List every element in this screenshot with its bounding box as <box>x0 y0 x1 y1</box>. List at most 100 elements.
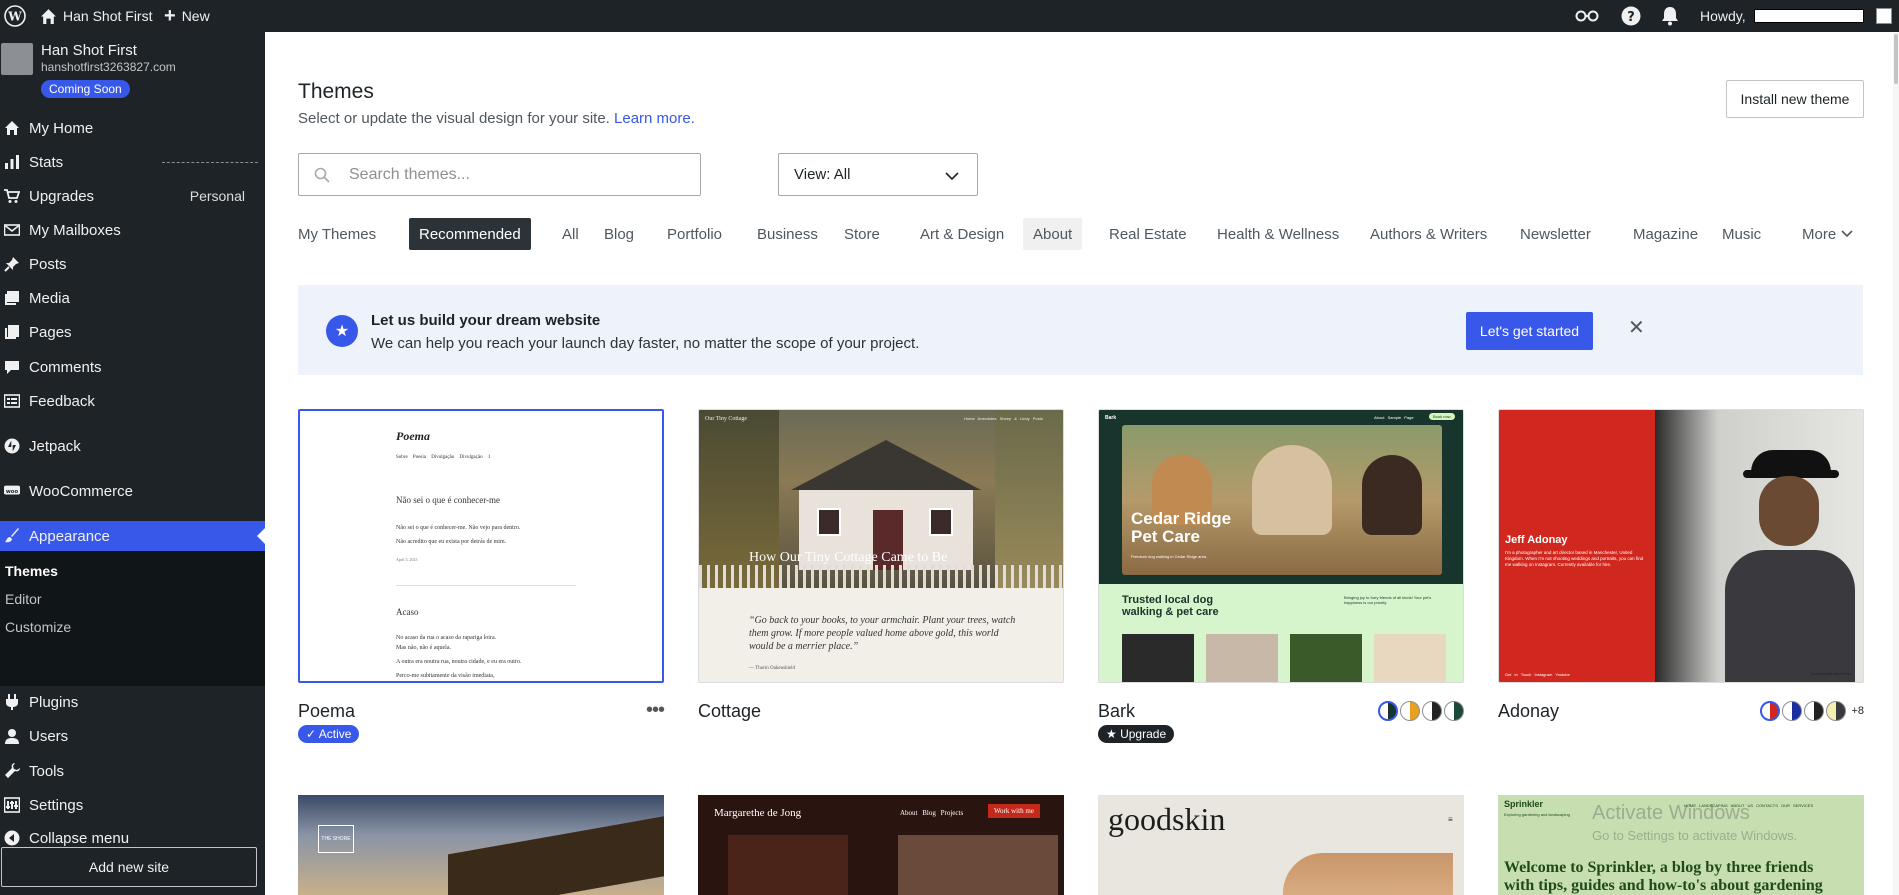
watermark-title: Activate Windows <box>1592 802 1750 824</box>
scrollbar[interactable] <box>1893 32 1899 895</box>
sidebar-item-settings[interactable]: Settings <box>0 791 265 819</box>
style-swatch[interactable] <box>1760 701 1781 721</box>
reader-icon[interactable] <box>1575 0 1599 32</box>
install-new-theme-button[interactable]: Install new theme <box>1726 80 1864 118</box>
tab-real-estate[interactable]: Real Estate <box>1099 218 1197 250</box>
sidebar-item-jetpack[interactable]: Jetpack <box>0 432 265 460</box>
style-swatch[interactable] <box>1804 701 1825 721</box>
style-swatch[interactable] <box>1826 701 1847 721</box>
sidebar-item-my-mailboxes[interactable]: My Mailboxes <box>0 216 265 244</box>
admin-bar-site-name: Han Shot First <box>63 8 153 24</box>
close-icon[interactable]: ✕ <box>1628 315 1645 340</box>
sidebar-item-feedback[interactable]: Feedback <box>0 387 265 415</box>
comment-icon <box>4 359 20 375</box>
tab-business[interactable]: Business <box>747 218 828 250</box>
style-swatch[interactable] <box>1782 701 1803 721</box>
star-icon: ★ <box>326 315 358 347</box>
search-input[interactable]: Search themes... <box>298 153 701 196</box>
sidebar-item-upgrades[interactable]: Upgrades Personal <box>0 182 265 210</box>
tab-magazine[interactable]: Magazine <box>1623 218 1708 250</box>
sidebar-item-pages[interactable]: Pages <box>0 318 265 346</box>
theme-card-goodskin-preview[interactable]: goodskin ≡ <box>1098 795 1464 895</box>
admin-bar-new[interactable]: + New <box>164 0 210 32</box>
sidebar-item-woocommerce[interactable]: woo WooCommerce <box>0 477 265 505</box>
scrollbar-thumb[interactable] <box>1894 34 1898 84</box>
preview-line: Não acredito que eu exista por detrás de… <box>396 539 507 545</box>
notifications-bell-icon[interactable] <box>1661 0 1679 32</box>
wordpress-logo-icon[interactable]: W <box>4 0 26 32</box>
sidebar-item-posts[interactable]: Posts <box>0 250 265 278</box>
preview-tagline: Trusted local dog walking & pet care <box>1122 594 1219 619</box>
submenu-customize[interactable]: Customize <box>5 619 71 635</box>
plus-icon: + <box>164 5 176 27</box>
tab-recommended[interactable]: Recommended <box>409 218 531 250</box>
view-select[interactable]: View: All <box>778 153 978 196</box>
help-icon[interactable]: ? <box>1621 0 1641 32</box>
style-swatch[interactable] <box>1378 701 1398 721</box>
pin-icon <box>4 256 20 272</box>
tab-music[interactable]: Music <box>1712 218 1771 250</box>
site-domain: hanshotfirst3263827.com <box>41 60 176 74</box>
theme-preview[interactable]: Bark About Sample Page Book now Cedar Ri… <box>1098 409 1464 683</box>
gallery-photo <box>1206 634 1278 682</box>
howdy-account[interactable]: Howdy, <box>1700 0 1892 32</box>
sidebar-item-label: Jetpack <box>29 437 81 455</box>
woo-icon: woo <box>4 483 20 499</box>
lets-get-started-button[interactable]: Let's get started <box>1466 312 1593 350</box>
svg-text:W: W <box>7 10 22 24</box>
tab-more[interactable]: More <box>1792 218 1863 250</box>
submenu-themes[interactable]: Themes <box>5 563 58 579</box>
sidebar-item-tools[interactable]: Tools <box>0 757 265 785</box>
site-icon <box>1 43 33 75</box>
preview-hero-sub: Premium dog walking in Cedar Ridge area. <box>1131 554 1208 559</box>
sidebar-item-users[interactable]: Users <box>0 722 265 750</box>
theme-card-margarethe-preview[interactable]: Margarethe de Jong About Blog Projects W… <box>698 795 1064 895</box>
plugin-icon <box>4 694 20 710</box>
tab-my-themes[interactable]: My Themes <box>288 218 386 250</box>
dogs-photo <box>1122 425 1442 575</box>
tab-art-design[interactable]: Art & Design <box>910 218 1014 250</box>
theme-name: Bark <box>1098 701 1136 721</box>
theme-card-shore-preview[interactable]: THE SHORE ROOMS RESTAURANT SPA EXPERIENC… <box>298 795 664 895</box>
site-header[interactable]: Han Shot First hanshotfirst3263827.com C… <box>0 32 265 104</box>
preview-line: Mas não, não é aquela. <box>396 645 451 651</box>
admin-bar: W Han Shot First + New ? Howdy, <box>0 0 1899 32</box>
learn-more-link[interactable]: Learn more. <box>614 110 695 127</box>
sidebar-item-appearance[interactable]: Appearance <box>0 521 265 551</box>
tab-newsletter[interactable]: Newsletter <box>1510 218 1601 250</box>
tab-authors-writers[interactable]: Authors & Writers <box>1360 218 1497 250</box>
sidebar-item-comments[interactable]: Comments <box>0 353 265 381</box>
add-new-site-button[interactable]: Add new site <box>1 847 257 887</box>
gallery-photo <box>1290 634 1362 682</box>
search-placeholder: Search themes... <box>349 165 470 183</box>
tab-store[interactable]: Store <box>834 218 890 250</box>
sidebar-item-my-home[interactable]: My Home <box>0 114 265 142</box>
theme-preview[interactable]: Jeff Adonay I'm a photographer and art d… <box>1498 409 1864 683</box>
sidebar-item-plugins[interactable]: Plugins <box>0 688 265 716</box>
preview-nav: About Blog Projects <box>900 809 964 817</box>
sidebar-item-label: Settings <box>29 796 84 814</box>
preview-brand: goodskin <box>1108 801 1226 837</box>
media-icon <box>4 290 20 306</box>
theme-preview[interactable]: Poema Sobre Poesia Divulgação Divulgação… <box>298 409 664 683</box>
preview-brand: Sprinkler <box>1504 799 1544 809</box>
theme-preview[interactable]: Our Tiny Cottage Home Anecdotes Sheep & … <box>698 409 1064 683</box>
sidebar-item-label: Media <box>29 289 70 307</box>
style-swatch[interactable] <box>1400 701 1420 721</box>
admin-bar-site[interactable]: Han Shot First <box>40 0 152 32</box>
coming-soon-badge: Coming Soon <box>41 80 130 98</box>
watermark-subtitle: Go to Settings to activate Windows. <box>1592 828 1798 843</box>
tab-blog[interactable]: Blog <box>594 218 644 250</box>
style-swatch[interactable] <box>1444 701 1464 721</box>
tab-health-wellness[interactable]: Health & Wellness <box>1207 218 1349 250</box>
tab-portfolio[interactable]: Portfolio <box>657 218 732 250</box>
sidebar-item-media[interactable]: Media <box>0 284 265 312</box>
more-options-icon[interactable]: ••• <box>646 699 665 722</box>
preview-hero: How Our Tiny Cottage Came to Be <box>749 550 948 565</box>
preview-sub: Exploring gardening and landscaping <box>1504 812 1570 817</box>
sidebar-item-stats[interactable]: Stats <box>0 148 265 176</box>
style-swatch[interactable] <box>1422 701 1442 721</box>
tab-about[interactable]: About <box>1023 218 1083 250</box>
submenu-editor[interactable]: Editor <box>5 591 42 607</box>
tab-all[interactable]: All <box>552 218 589 250</box>
